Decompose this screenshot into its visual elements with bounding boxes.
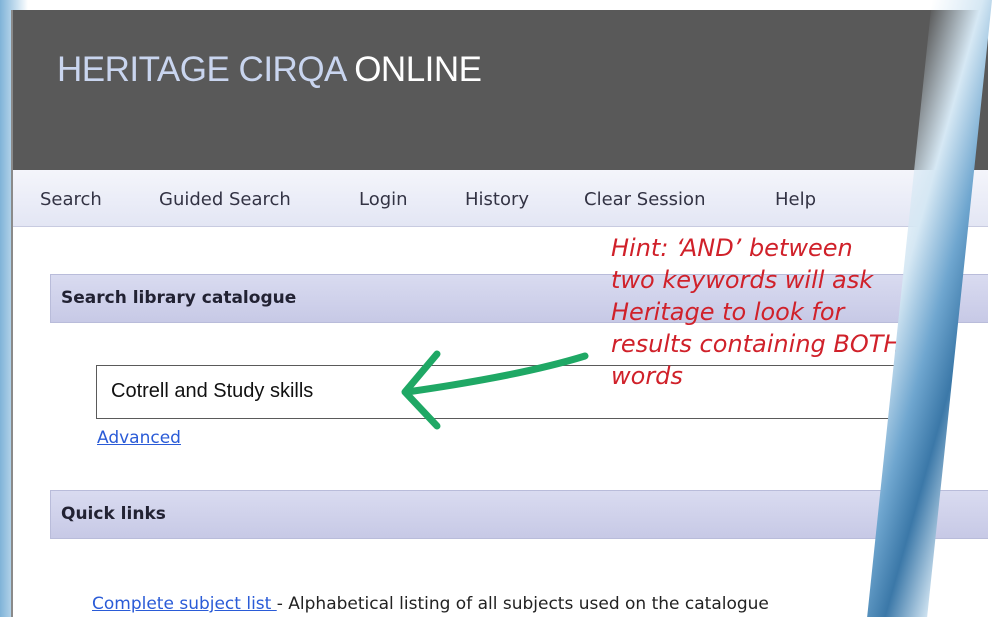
- quick-links-title: Quick links: [61, 504, 166, 524]
- nav-login[interactable]: Login: [359, 189, 408, 210]
- quick-link-row: Complete subject list - Alphabetical lis…: [92, 594, 769, 614]
- nav-clear-session[interactable]: Clear Session: [584, 189, 705, 210]
- site-header: HERITAGE CIRQA ONLINE: [13, 10, 988, 170]
- nav-guided-search[interactable]: Guided Search: [159, 189, 291, 210]
- nav-history[interactable]: History: [465, 189, 529, 210]
- main-navigation: Search Guided Search Login History Clear…: [13, 170, 988, 227]
- site-title: HERITAGE CIRQA ONLINE: [57, 50, 482, 90]
- annotation-arrow-icon: [401, 350, 589, 430]
- browser-screenshot: HERITAGE CIRQA ONLINE Search Guided Sear…: [11, 10, 988, 617]
- search-section-title: Search library catalogue: [61, 288, 297, 308]
- complete-subject-list-link[interactable]: Complete subject list: [92, 594, 277, 614]
- site-title-heritage: HERITAGE CIRQA: [57, 50, 355, 89]
- nav-help[interactable]: Help: [775, 189, 816, 210]
- nav-search[interactable]: Search: [40, 189, 102, 210]
- subject-list-description: - Alphabetical listing of all subjects u…: [276, 594, 769, 614]
- advanced-search-link[interactable]: Advanced: [97, 428, 181, 448]
- site-title-online: ONLINE: [354, 50, 482, 89]
- quick-links-header: Quick links: [50, 490, 988, 539]
